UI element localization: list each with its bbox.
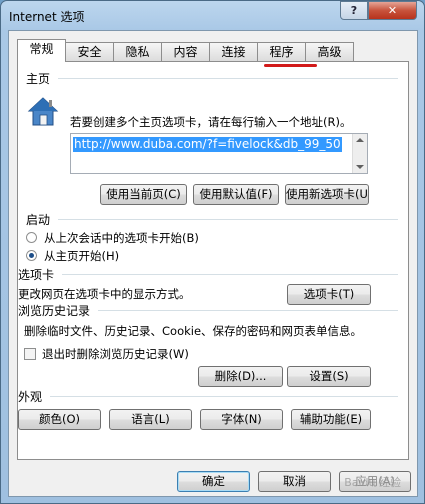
tab-general[interactable]: 常规 <box>17 39 66 62</box>
radio-home-page-label[interactable]: 从主页开始(H) <box>44 248 119 264</box>
close-button[interactable]: ✕ <box>368 1 417 20</box>
appearance-divider <box>50 396 398 397</box>
home-icon <box>26 95 60 132</box>
radio-last-session-label[interactable]: 从上次会话中的选项卡开始(B) <box>44 230 199 246</box>
tabs-divider <box>62 274 398 275</box>
delete-on-exit-label[interactable]: 退出时删除浏览历史记录(W) <box>42 346 189 362</box>
history-section-title: 浏览历史记录 <box>18 304 91 318</box>
tab-privacy[interactable]: 隐私 <box>113 42 162 61</box>
watermark: Baidu 经验 <box>344 476 401 489</box>
colors-button[interactable]: 颜色(O) <box>18 409 101 430</box>
ok-button[interactable]: 确定 <box>177 471 250 492</box>
tabs-description: 更改网页在选项卡中的显示方式。 <box>18 287 191 301</box>
startup-divider <box>58 219 398 220</box>
use-current-button[interactable]: 使用当前页(C) <box>100 184 187 205</box>
homepage-divider <box>58 78 398 79</box>
tab-content[interactable]: 内容 <box>161 42 210 61</box>
homepage-url-text: http://www.duba.com/?f=fivelock&db_99_50 <box>73 137 342 152</box>
history-description: 删除临时文件、历史记录、Cookie、保存的密码和网页表单信息。 <box>24 324 363 338</box>
title-bar[interactable]: Internet 选项 ? ✕ <box>1 1 424 31</box>
history-divider <box>98 310 398 311</box>
scroll-down-icon[interactable] <box>356 165 364 169</box>
radio-last-session[interactable] <box>26 232 37 243</box>
dialog-client: 常规 安全 隐私 内容 连接 程序 高级 主页 若要创建多个主页选项卡，请在每行… <box>8 30 418 497</box>
tabs-settings-button[interactable]: 选项卡(T) <box>287 284 371 305</box>
tab-programs[interactable]: 程序 <box>257 42 306 61</box>
url-scrollbar[interactable] <box>352 134 367 173</box>
tab-advanced[interactable]: 高级 <box>305 42 354 61</box>
homepage-section-title: 主页 <box>26 72 51 86</box>
scroll-up-icon[interactable] <box>356 138 364 142</box>
cancel-button[interactable]: 取消 <box>258 471 331 492</box>
homepage-description: 若要创建多个主页选项卡，请在每行输入一个地址(R)。 <box>70 115 352 129</box>
window-title: Internet 选项 <box>9 10 85 24</box>
accessibility-button[interactable]: 辅助功能(E) <box>291 409 371 430</box>
internet-options-window: Internet 选项 ? ✕ 常规 安全 隐私 内容 连接 程序 高级 主页 <box>0 0 425 504</box>
general-tab-panel: 主页 若要创建多个主页选项卡，请在每行输入一个地址(R)。 http://www… <box>17 61 409 460</box>
tab-security[interactable]: 安全 <box>65 42 114 61</box>
radio-home-page[interactable] <box>26 250 37 261</box>
use-new-tab-button[interactable]: 使用新选项卡(U) <box>285 184 369 205</box>
appearance-section-title: 外观 <box>18 390 43 404</box>
delete-history-button[interactable]: 删除(D)... <box>198 366 283 387</box>
history-settings-button[interactable]: 设置(S) <box>287 366 371 387</box>
languages-button[interactable]: 语言(L) <box>109 409 192 430</box>
tab-highlight-underline <box>264 64 317 67</box>
help-button[interactable]: ? <box>340 1 368 20</box>
tab-connections[interactable]: 连接 <box>209 42 258 61</box>
delete-on-exit-checkbox[interactable] <box>24 348 36 360</box>
tabs-section-title: 选项卡 <box>18 268 55 282</box>
use-default-button[interactable]: 使用默认值(F) <box>193 184 279 205</box>
fonts-button[interactable]: 字体(N) <box>200 409 283 430</box>
startup-section-title: 启动 <box>26 213 51 227</box>
homepage-url-textarea[interactable]: http://www.duba.com/?f=fivelock&db_99_50 <box>70 133 368 174</box>
